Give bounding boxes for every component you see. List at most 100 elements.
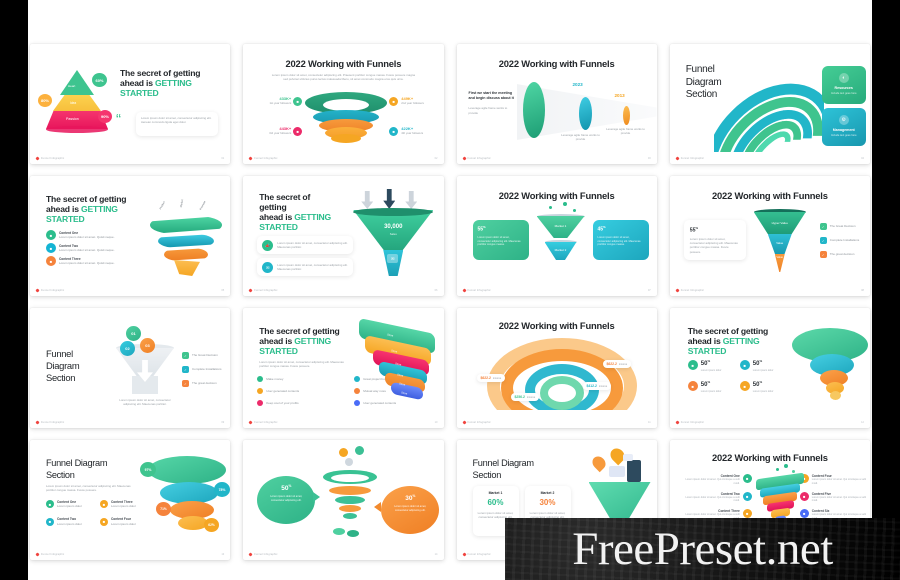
rings-graphic xyxy=(486,338,637,410)
funnel-value: 30,000 xyxy=(384,224,403,230)
legend-item[interactable]: ✓ The Great Decision xyxy=(819,223,868,230)
content-icon: ■ xyxy=(46,500,54,509)
slide-thumbnail-9[interactable]: Funnel Diagram Section 01 02 03 Lorem ip… xyxy=(30,308,231,428)
legend-label: The great decision xyxy=(829,252,855,257)
slide-thumbnail-6[interactable]: The secret of getting ahead is GETTING S… xyxy=(243,176,444,296)
content-icon: ■ xyxy=(46,517,54,526)
card-market-1[interactable]: 55% Lorem ipsum dolor sit amet, consecte… xyxy=(472,220,529,260)
income-suffix: income xyxy=(598,385,608,388)
title-accent: GETTING xyxy=(294,212,332,223)
brand-mark-icon xyxy=(248,156,253,161)
slide-thumbnail-14[interactable]: 50% Lorem ipsum dolor sit amet, consecte… xyxy=(243,440,444,560)
badge-90: 90% xyxy=(98,110,112,123)
list-item[interactable]: ■ Content One Lorem ipsum dolor xyxy=(46,500,96,508)
stat-label: 2nd year followers xyxy=(401,101,424,105)
legend-item[interactable]: ✓ The Great Decision xyxy=(182,352,228,359)
slide-footer: Funnel Infographic xyxy=(248,552,277,557)
section-line-3: Section xyxy=(46,372,76,384)
page-number: 08 xyxy=(861,289,864,292)
bubble-30[interactable]: 30% Lorem ipsum dolor sit amet, consecte… xyxy=(381,486,440,534)
slide-thumbnail-13[interactable]: Funnel Diagram Section Lorem ipsum dolor… xyxy=(30,440,231,560)
section-line-3: Section xyxy=(472,469,502,480)
legend-chip-icon: ✓ xyxy=(182,380,189,387)
bubble-50[interactable]: 50% Lorem ipsum dolor sit amet, consecte… xyxy=(257,476,316,524)
legend-item[interactable]: Make money xyxy=(257,376,348,382)
slide-footer: Funnel Infographic xyxy=(461,552,491,557)
slide-title: 2022 Working with Funnels xyxy=(498,190,615,201)
stat-icon: ■ xyxy=(389,127,399,136)
list-item[interactable]: ■ Content One Lorem ipsum dolor sit amet.… xyxy=(46,230,140,240)
title-line-1: The secret of getting xyxy=(46,194,127,204)
stat-label: 1st year followers xyxy=(269,101,292,105)
stat-label: 3rd year followers xyxy=(269,131,292,135)
gear-icon: ⚙ xyxy=(838,115,849,125)
list-item[interactable]: ✉ Lorem ipsum dolor sit amet, consectetu… xyxy=(257,258,354,276)
slide-footer: Funnel Infographic xyxy=(248,288,277,293)
lens-3 xyxy=(622,106,630,125)
cone-label: Passion xyxy=(66,117,79,121)
slide-thumbnail-12[interactable]: The secret of getting ahead is GETTING S… xyxy=(669,308,870,428)
page-number: 03 xyxy=(647,157,651,160)
stat-item[interactable]: ■ 50% Lorem ipsum dolor xyxy=(687,381,734,393)
year-label: 2013 xyxy=(614,93,625,98)
list-item[interactable]: ■ Content Five Lorem ipsum dolor sit amet… xyxy=(799,491,870,504)
slide-thumbnail-1[interactable]: Heart Idea Passion 60% 80% 90% The secre… xyxy=(30,44,231,164)
percent-badge: 97% xyxy=(140,462,156,477)
slide-subtitle: Lorem ipsum dolor sit amet, consectetur … xyxy=(271,73,416,82)
income-label: $412.2 income xyxy=(582,382,612,390)
legend-item[interactable]: ✓ Complete Installations xyxy=(182,366,228,373)
legend-item[interactable]: User generated contents xyxy=(257,388,348,394)
legend-dot-icon xyxy=(257,376,264,382)
slide-thumbnail-8[interactable]: 2022 Working with Funnels 55% Lorem ipsu… xyxy=(669,176,870,296)
title-line-1: The secret of getting xyxy=(259,192,311,213)
stat-unit: % xyxy=(759,380,763,384)
stat-card[interactable]: 55% Lorem ipsum dolor sit amet, consecte… xyxy=(683,220,746,260)
legend-dot-icon xyxy=(257,388,264,394)
funnel-label: Value xyxy=(776,256,783,259)
brand-mark-icon xyxy=(461,552,467,557)
stat-item[interactable]: ■ 50% Lorem ipsum dolor xyxy=(739,360,786,372)
slide-thumbnail-3[interactable]: 2022 Working with Funnels First we start… xyxy=(456,44,657,164)
card-text: Lorem ipsum dolor sit amet, consectetur … xyxy=(477,235,521,247)
list-item[interactable]: ■ Content Two Lorem ipsum dolor xyxy=(46,517,96,526)
legend-item[interactable]: Keep cool of your profits xyxy=(257,400,348,406)
percent-badge: 78% xyxy=(214,482,230,497)
page-number: 07 xyxy=(647,289,651,292)
slide-thumbnail-7[interactable]: 2022 Working with Funnels 55% Lorem ipsu… xyxy=(456,176,657,296)
item-text: Lorem ipsum dolor sit amet. Quisit neque… xyxy=(59,235,115,240)
stat-icon: ■ xyxy=(293,127,303,136)
body-text: Lorem ipsum dolor sit amet, consectetur … xyxy=(46,484,131,493)
list-item[interactable]: Content One Lorem ipsum dolor sit amet. Q… xyxy=(680,474,752,486)
list-item[interactable]: ■ Content Four Lorem ipsum dolor sit amet… xyxy=(799,474,870,486)
slide-thumbnail-5[interactable]: The secret of getting ahead is GETTING S… xyxy=(30,176,231,296)
item-text: Lorem ipsum dolor sit amet. Quisit neque… xyxy=(59,261,115,266)
legend-label: Complete Installations xyxy=(829,238,860,243)
stat-item[interactable]: ■ 50% Lorem ipsum dolor xyxy=(739,380,786,393)
card-value: 45% xyxy=(597,225,606,233)
legend-item[interactable]: ✓ Complete Installations xyxy=(819,237,868,244)
legend-item[interactable]: ✓ The great decision xyxy=(182,380,228,387)
brand-mark-icon xyxy=(35,288,40,293)
slide-thumbnail-10[interactable]: The secret of getting ahead is GETTING S… xyxy=(243,308,444,428)
legend-label: The Great Decision xyxy=(829,224,856,229)
slide-thumbnail-11[interactable]: 2022 Working with Funnels $622.2 income … xyxy=(456,308,657,428)
legend-chip-icon: ✓ xyxy=(182,366,189,373)
legend-item[interactable]: ✓ The great decision xyxy=(819,251,868,258)
list-item[interactable]: ■ Content Two Lorem ipsum dolor sit amet.… xyxy=(46,243,140,253)
title-line-1: The secret of getting xyxy=(120,68,201,78)
card-market-2[interactable]: 45% Lorem ipsum dolor sit amet, consecte… xyxy=(592,220,649,260)
brand-mark-icon xyxy=(675,156,680,161)
list-item[interactable]: Content Two Lorem ipsum dolor sit amet. Q… xyxy=(680,491,752,504)
legend-label: The great decision xyxy=(192,381,217,386)
slide-thumbnail-4[interactable]: Funnel Diagram Section ◐ Resources Inclu… xyxy=(669,44,870,164)
card-management[interactable]: ⚙ Management Include text goes here xyxy=(821,108,866,146)
title-line-2: ahead is xyxy=(46,204,81,215)
list-item[interactable]: 📣 Lorem ipsum dolor sit amet, consectetu… xyxy=(257,236,354,254)
list-item[interactable]: ■ Content Three Lorem ipsum dolor sit ame… xyxy=(46,256,140,266)
item-text: Lorem ipsum dolor sit amet, consectetur … xyxy=(277,262,348,271)
slide-title: 2022 Working with Funnels xyxy=(498,320,615,331)
card-resources[interactable]: ◐ Resources Include text goes here xyxy=(821,66,866,104)
stat-item[interactable]: ■ 50% Lorem ipsum dolor xyxy=(687,360,734,372)
page-number: 06 xyxy=(434,289,438,292)
slide-thumbnail-2[interactable]: 2022 Working with Funnels Lorem ipsum do… xyxy=(243,44,444,164)
